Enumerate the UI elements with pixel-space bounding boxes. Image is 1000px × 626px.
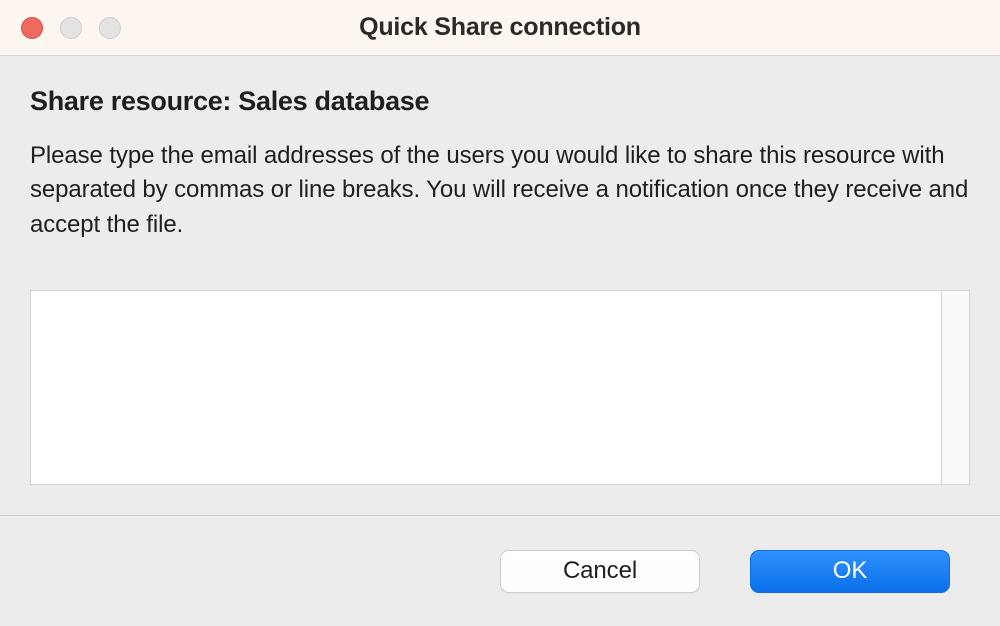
dialog-heading: Share resource: Sales database: [30, 86, 970, 117]
button-bar: Cancel OK: [0, 516, 1000, 626]
cancel-button[interactable]: Cancel: [500, 550, 700, 593]
textarea-container: [30, 290, 970, 485]
maximize-window-icon: [99, 17, 121, 39]
window-title: Quick Share connection: [0, 13, 1000, 42]
close-window-icon[interactable]: [21, 17, 43, 39]
dialog-content: Share resource: Sales database Please ty…: [0, 56, 1000, 516]
textarea-scrollbar[interactable]: [941, 290, 970, 485]
title-bar: Quick Share connection: [0, 0, 1000, 56]
window-controls: [21, 17, 121, 39]
minimize-window-icon: [60, 17, 82, 39]
ok-button[interactable]: OK: [750, 550, 950, 593]
dialog-description: Please type the email addresses of the u…: [30, 139, 970, 242]
email-addresses-input[interactable]: [30, 290, 941, 485]
